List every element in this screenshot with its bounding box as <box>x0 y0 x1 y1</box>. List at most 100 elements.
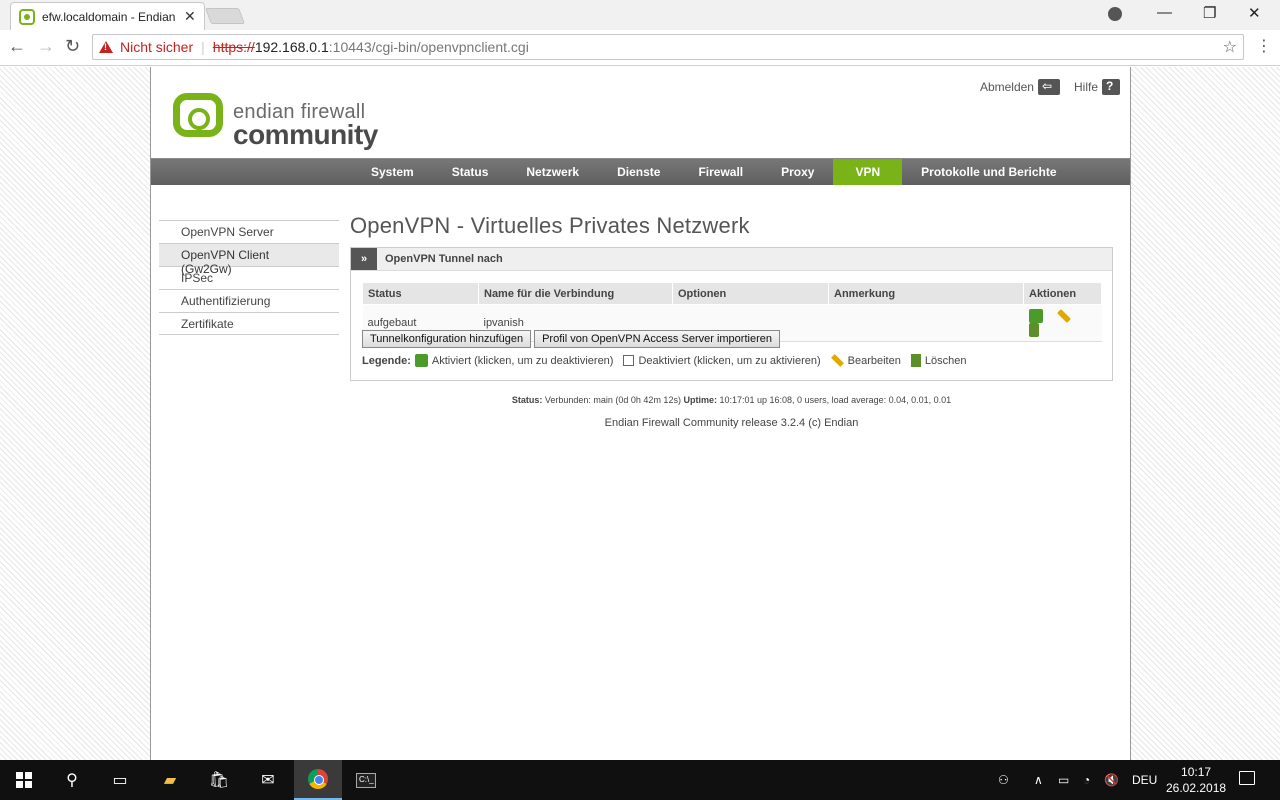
start-button[interactable] <box>0 760 48 800</box>
main-content: OpenVPN - Virtuelles Privates Netzwerk »… <box>350 213 1113 381</box>
restore-icon[interactable]: ❐ <box>1203 4 1216 22</box>
back-icon[interactable]: ← <box>8 36 26 57</box>
bookmark-star-icon[interactable]: ☆ <box>1223 37 1237 57</box>
tab-title: efw.localdomain - Endian <box>42 9 176 24</box>
top-links: Abmelden Hilfe <box>980 79 1120 95</box>
pencil-icon <box>830 354 844 367</box>
url-host: 192.168.0.1 <box>254 39 329 55</box>
nav-dienste[interactable]: Dienste <box>598 159 679 185</box>
add-tunnel-button[interactable]: Tunnelkonfiguration hinzufügen <box>362 330 532 348</box>
forward-icon[interactable]: → <box>37 36 55 57</box>
collapse-toggle-icon[interactable]: » <box>351 248 377 270</box>
chrome-icon <box>308 769 328 789</box>
endian-logo: endian firewall community <box>173 93 378 150</box>
people-icon[interactable]: ⚇ <box>998 760 1009 800</box>
network-icon[interactable]: ◔ <box>1083 760 1090 800</box>
url-path: :10443/cgi-bin/openvpnclient.cgi <box>328 39 529 55</box>
row-actions <box>1023 304 1102 342</box>
volume-muted-icon[interactable]: 🔇 <box>1104 760 1119 800</box>
windows-logo-icon <box>16 772 32 788</box>
new-tab-button[interactable] <box>205 8 245 24</box>
browser-menu-icon[interactable]: ⋮ <box>1256 36 1272 56</box>
status-value: Verbunden: main (0d 0h 42m 12s) <box>544 395 681 405</box>
nav-proxy[interactable]: Proxy <box>762 159 833 185</box>
system-status-line: Status: Verbunden: main (0d 0h 42m 12s) … <box>350 395 1113 405</box>
status-label: Status: <box>511 395 543 405</box>
minimize-icon[interactable]: — <box>1157 4 1172 21</box>
col-actions: Aktionen <box>1023 282 1102 305</box>
window-close-icon[interactable]: ✕ <box>1248 4 1261 22</box>
battery-icon[interactable]: ▭ <box>1058 760 1069 800</box>
nav-status[interactable]: Status <box>433 159 508 185</box>
enabled-checkbox-icon[interactable] <box>1028 309 1043 323</box>
endian-favicon-icon <box>19 8 35 25</box>
security-label[interactable]: Nicht sicher <box>120 39 193 55</box>
profile-icon[interactable] <box>1108 7 1122 21</box>
page-viewport: endian firewall community Abmelden Hilfe… <box>0 67 1280 760</box>
help-icon[interactable] <box>1102 79 1120 95</box>
footer: Endian Firewall Community release 3.2.4 … <box>604 417 859 429</box>
browser-titlebar: efw.localdomain - Endian ✕ — ❐ ✕ <box>0 0 1280 30</box>
nav-vpn[interactable]: VPN <box>833 159 903 185</box>
task-view-icon[interactable]: ▭ <box>96 760 144 800</box>
import-profile-button[interactable]: Profil von OpenVPN Access Server importi… <box>534 330 780 348</box>
sidebar-item-zertifikate[interactable]: Zertifikate <box>159 312 339 335</box>
nav-protokolle[interactable]: Protokolle und Berichte <box>902 159 1075 185</box>
logo-line2: community <box>233 119 378 150</box>
row-note <box>828 304 1024 342</box>
legend-label: Legende: <box>362 354 411 367</box>
clock-time: 10:17 <box>1181 765 1212 779</box>
logout-link[interactable]: Abmelden <box>980 80 1034 94</box>
file-explorer-icon[interactable]: ▰ <box>146 760 194 800</box>
chrome-taskbar-icon[interactable] <box>294 760 342 800</box>
legend: Legende: Aktiviert (klicken, um zu deakt… <box>362 354 972 367</box>
help-link[interactable]: Hilfe <box>1074 80 1098 94</box>
warning-icon <box>99 41 113 53</box>
browser-toolbar: ← → ↻ Nicht sicher | https:// 192.168.0.… <box>0 30 1280 66</box>
enabled-check-icon <box>414 354 428 367</box>
col-status: Status <box>362 282 479 305</box>
endian-page: endian firewall community Abmelden Hilfe… <box>150 67 1131 760</box>
sidebar: OpenVPN Server OpenVPN Client (Gw2Gw) IP… <box>159 220 339 335</box>
notifications-icon[interactable] <box>1239 771 1255 785</box>
legend-disabled: Deaktiviert (klicken, um zu aktivieren) <box>638 354 821 367</box>
button-row: Tunnelkonfiguration hinzufügen Profil vo… <box>362 330 783 348</box>
nav-netzwerk[interactable]: Netzwerk <box>507 159 598 185</box>
terminal-taskbar-icon[interactable]: C:\_ <box>342 760 390 800</box>
col-options: Optionen <box>672 282 829 305</box>
clock[interactable]: 10:17 26.02.2018 <box>1166 764 1226 796</box>
main-navigation: System Status Netzwerk Dienste Firewall … <box>151 158 1130 185</box>
mail-icon[interactable]: ✉ <box>244 760 292 800</box>
browser-tab[interactable]: efw.localdomain - Endian ✕ <box>10 2 205 30</box>
sidebar-item-openvpn-server[interactable]: OpenVPN Server <box>159 220 339 243</box>
delete-trash-icon[interactable] <box>1028 323 1039 337</box>
col-name: Name für die Verbindung <box>478 282 673 305</box>
logout-icon[interactable] <box>1037 79 1060 95</box>
terminal-icon: C:\_ <box>356 772 376 788</box>
legend-delete: Löschen <box>924 354 967 367</box>
legend-enabled: Aktiviert (klicken, um zu deaktivieren) <box>431 354 614 367</box>
col-note: Anmerkung <box>828 282 1024 305</box>
reload-icon[interactable]: ↻ <box>65 36 80 57</box>
legend-edit: Bearbeiten <box>847 354 901 367</box>
tray-chevron-icon[interactable]: ∧ <box>1034 760 1043 800</box>
edit-pencil-icon[interactable] <box>1056 309 1071 323</box>
address-bar[interactable]: Nicht sicher | https:// 192.168.0.1 :104… <box>92 34 1244 60</box>
close-tab-icon[interactable]: ✕ <box>184 8 196 25</box>
uptime-value: 10:17:01 up 16:08, 0 users, load average… <box>719 395 952 405</box>
store-icon[interactable]: 🛍 <box>195 760 243 800</box>
sidebar-item-openvpn-client[interactable]: OpenVPN Client (Gw2Gw) <box>159 243 339 276</box>
trash-icon <box>910 354 921 367</box>
box-title: OpenVPN Tunnel nach <box>385 253 503 265</box>
language-indicator[interactable]: DEU <box>1132 760 1157 800</box>
endian-logo-icon <box>173 93 223 137</box>
search-icon[interactable]: ⚲ <box>48 760 96 800</box>
clock-date: 26.02.2018 <box>1166 781 1227 795</box>
page-title: OpenVPN - Virtuelles Privates Netzwerk <box>350 213 750 238</box>
box-header: » OpenVPN Tunnel nach <box>351 248 1112 271</box>
taskbar: ⚲ ▭ ▰ 🛍 ✉ C:\_ ⚇ ∧ ▭ ◔ 🔇 DEU 10:17 26.02… <box>0 760 1280 800</box>
sidebar-item-authentifizierung[interactable]: Authentifizierung <box>159 289 339 312</box>
nav-firewall[interactable]: Firewall <box>679 159 762 185</box>
nav-system[interactable]: System <box>352 159 433 185</box>
separator: | <box>201 39 205 55</box>
